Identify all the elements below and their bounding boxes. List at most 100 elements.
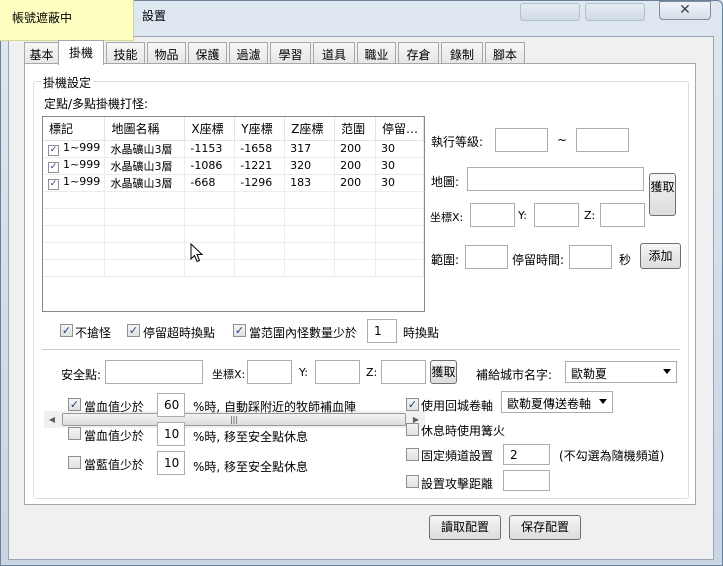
coord-z-label: Z: (584, 209, 596, 222)
range-input[interactable] (465, 245, 508, 269)
hp1-input[interactable]: 60 (157, 393, 185, 417)
tab-skills[interactable]: 技能 (106, 42, 145, 63)
window-title: 設置 (142, 9, 167, 23)
tab-filter[interactable]: 過濾 (229, 42, 268, 63)
cell-z: 317 (284, 140, 336, 158)
safe-x-input[interactable] (247, 360, 292, 384)
level-separator: ~ (557, 133, 568, 147)
return-scroll-dropdown[interactable]: 歐勒夏傳送卷軸 (501, 391, 613, 413)
supply-city-dropdown[interactable]: 歐勒夏 (565, 361, 677, 383)
tab-script[interactable]: 腳本 (485, 42, 525, 63)
table-row[interactable]: ✓ 1~999 水晶礦山3層 -1153 -1658 317 200 30 (43, 140, 424, 158)
ghost-title-button (520, 3, 580, 21)
coord-y-input[interactable] (534, 203, 579, 227)
map-input[interactable] (467, 167, 644, 191)
save-config-button[interactable]: 保存配置 (509, 515, 581, 540)
hp1-label[interactable]: 當血值少於 (84, 398, 144, 415)
table-row (43, 191, 424, 209)
cell-x: -1153 (184, 140, 236, 158)
close-button[interactable]: ✕ (659, 1, 711, 20)
hp2-checkbox[interactable] (68, 427, 81, 440)
tab-job[interactable]: 職业 (357, 42, 396, 63)
supply-city-value: 歐勒夏 (571, 367, 608, 381)
attack-range-label[interactable]: 設置攻擊距離 (421, 475, 493, 492)
col-y[interactable]: Y座標 (234, 117, 286, 141)
level-to-input[interactable] (576, 128, 629, 152)
hp2-input[interactable]: 10 (157, 422, 185, 446)
channel-input[interactable]: 2 (503, 444, 550, 465)
tab-storage[interactable]: 存倉 (398, 42, 439, 63)
table-row[interactable]: ✓ 1~999 水晶礦山3層 -668 -1296 183 200 30 (43, 174, 424, 192)
chevron-down-icon (663, 369, 671, 374)
cell-y: -1221 (234, 157, 286, 175)
col-stay[interactable]: 停留… (375, 117, 424, 141)
return-scroll-label[interactable]: 使用回城卷軸 (421, 397, 493, 414)
col-x[interactable]: X座標 (184, 117, 236, 141)
fetch-safe-point-button[interactable]: 獲取 (430, 360, 457, 384)
tab-items[interactable]: 物品 (147, 42, 186, 63)
no-grab-label[interactable]: 不搶怪 (75, 324, 111, 341)
tab-basic[interactable]: 基本 (24, 42, 59, 63)
safe-y-input[interactable] (315, 360, 360, 384)
coord-x-input[interactable] (470, 203, 515, 227)
timeout-label[interactable]: 停留超時換點 (143, 324, 215, 341)
few-monsters-checkbox[interactable]: ✓ (233, 324, 246, 337)
channel-note: (不勾選為隨機頻道) (559, 449, 665, 463)
coord-x-label: 坐標X: (430, 211, 464, 224)
tab-learn[interactable]: 學習 (270, 42, 311, 63)
fetch-map-button[interactable]: 獲取 (649, 173, 676, 216)
channel-checkbox[interactable] (406, 448, 419, 461)
cell-stay: 30 (375, 174, 424, 192)
row-checkbox[interactable]: ✓ (48, 179, 59, 190)
scroll-left-icon[interactable]: ◀ (46, 414, 58, 425)
few-monsters-label[interactable]: 當范圍內怪數量少於 (249, 324, 357, 341)
cell-z: 320 (284, 157, 336, 175)
read-config-button[interactable]: 讀取配置 (429, 515, 501, 540)
col-mark[interactable]: 標記 (43, 117, 106, 141)
coord-y-label: Y: (518, 209, 527, 222)
row-checkbox[interactable]: ✓ (48, 162, 59, 173)
coord-z-input[interactable] (600, 203, 645, 227)
hp1-checkbox[interactable]: ✓ (68, 398, 81, 411)
campfire-checkbox[interactable] (406, 423, 419, 436)
no-grab-checkbox[interactable]: ✓ (60, 324, 73, 337)
table-row[interactable]: ✓ 1~999 水晶礦山3層 -1086 -1221 320 200 30 (43, 157, 424, 175)
return-scroll-checkbox[interactable]: ✓ (406, 398, 419, 411)
cell-map: 水晶礦山3層 (104, 157, 186, 175)
account-mask-banner: 帳號遮蔽中 (0, 0, 134, 41)
mp-label[interactable]: 當藍值少於 (84, 456, 144, 473)
mp-input[interactable]: 10 (157, 451, 185, 475)
tab-hang[interactable]: 掛機 (58, 40, 104, 65)
tab-props[interactable]: 道具 (313, 42, 355, 63)
mp-checkbox[interactable] (68, 456, 81, 469)
col-range[interactable]: 范圍 (334, 117, 376, 141)
safe-point-input[interactable] (105, 360, 203, 384)
col-map[interactable]: 地圖名稱 (104, 117, 186, 141)
tab-protect[interactable]: 保護 (188, 42, 227, 63)
cell-map: 水晶礦山3層 (104, 174, 186, 192)
campfire-label[interactable]: 休息時使用篝火 (421, 422, 505, 439)
timeout-checkbox[interactable]: ✓ (127, 324, 140, 337)
cell-map: 水晶礦山3層 (104, 140, 186, 158)
add-button[interactable]: 添加 (640, 243, 681, 269)
mouse-cursor-icon (190, 243, 204, 263)
col-z[interactable]: Z座標 (284, 117, 336, 141)
tab-record[interactable]: 錄制 (441, 42, 483, 63)
return-scroll-value: 歐勒夏傳送卷軸 (507, 397, 592, 411)
few-monsters-input[interactable]: 1 (367, 319, 397, 343)
hp1-suffix: %時, 自動踩附近的牧師補血陣 (193, 400, 357, 414)
cell-mark: 1~999 (63, 175, 101, 188)
row-checkbox[interactable]: ✓ (48, 145, 59, 156)
level-from-input[interactable] (495, 128, 548, 152)
table-row (43, 259, 424, 277)
channel-label[interactable]: 固定頻道設置 (421, 447, 493, 464)
attack-range-checkbox[interactable] (406, 475, 419, 488)
safe-z-input[interactable] (381, 360, 426, 384)
attack-range-input[interactable] (503, 470, 550, 491)
stay-input[interactable] (569, 245, 612, 269)
hang-point-table: 標記 地圖名稱 X座標 Y座標 Z座標 范圍 停留… ✓ 1~999 水晶礦山3層… (43, 117, 424, 277)
hp2-label[interactable]: 當血值少於 (84, 427, 144, 444)
hang-point-list[interactable]: 標記 地圖名稱 X座標 Y座標 Z座標 范圍 停留… ✓ 1~999 水晶礦山3層… (42, 116, 425, 428)
safe-point-label: 安全點: (61, 368, 102, 382)
safe-z-label: Z: (366, 366, 378, 379)
